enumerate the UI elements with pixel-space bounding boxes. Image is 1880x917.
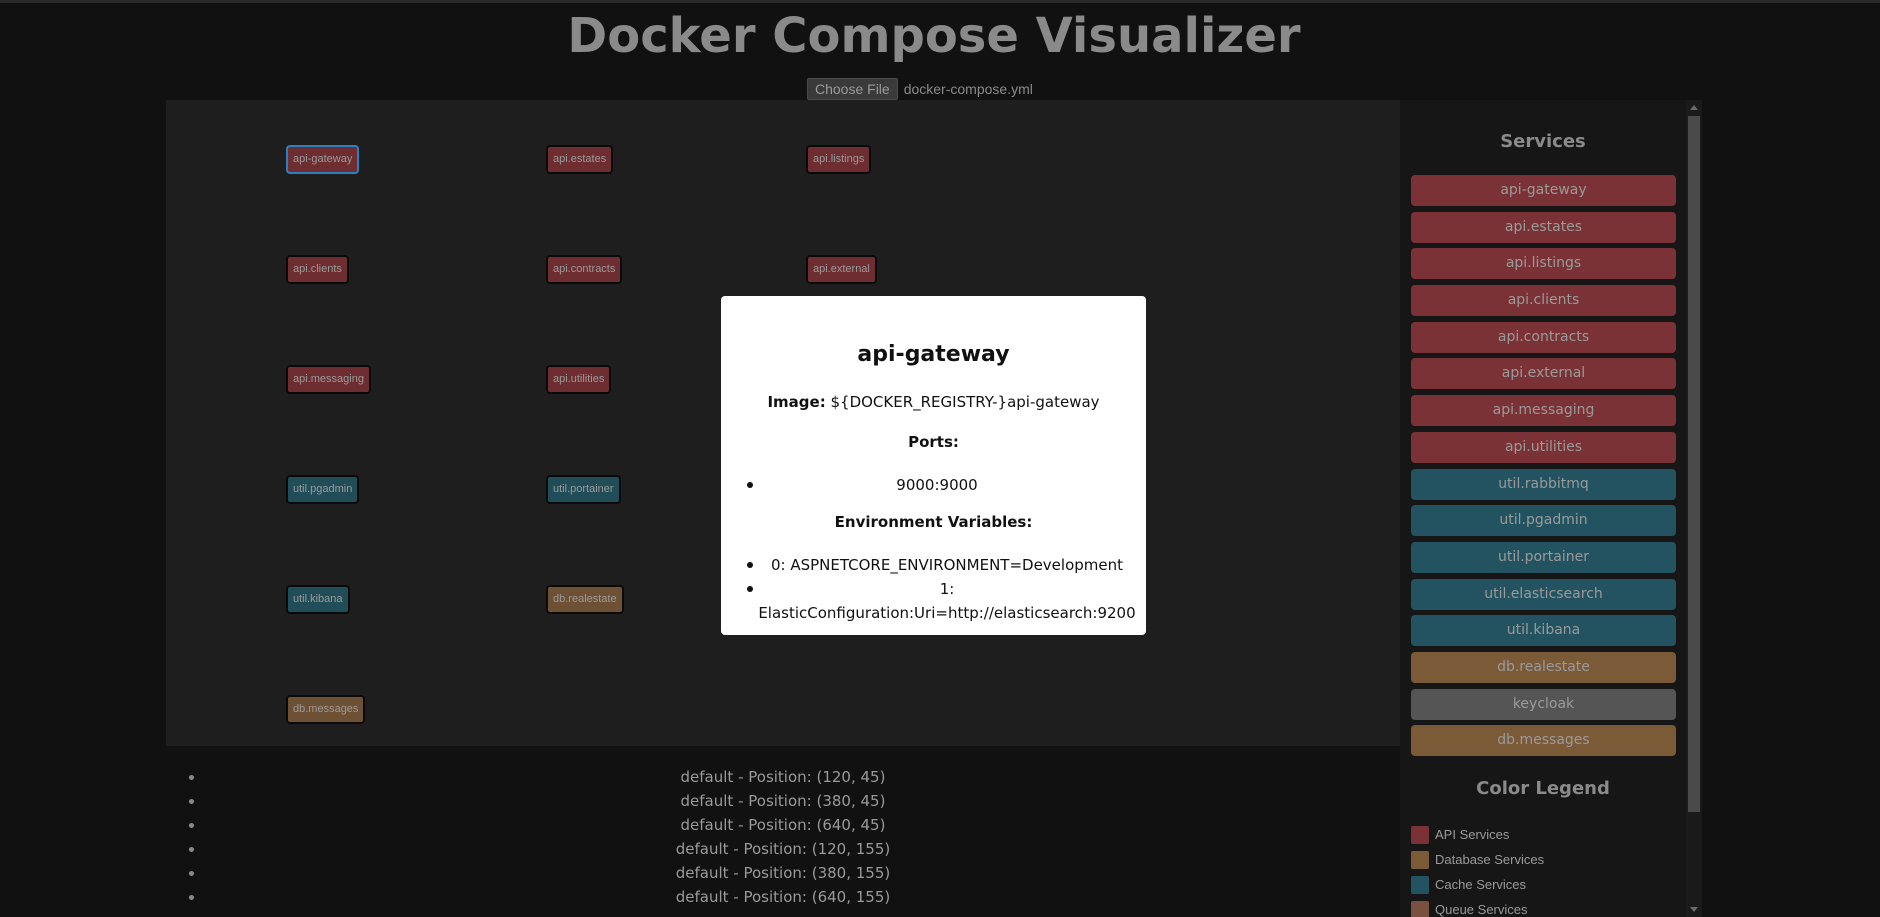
graph-node-api-contracts[interactable]: api.contracts	[546, 255, 623, 284]
service-item-api-listings[interactable]: api.listings	[1411, 248, 1676, 280]
position-item: default - Position: (380, 155)	[166, 861, 1400, 885]
graph-node-api-listings[interactable]: api.listings	[806, 145, 872, 174]
graph-node-util-portainer[interactable]: util.portainer	[546, 475, 621, 504]
bullet-icon	[189, 895, 194, 900]
position-item: default - Position: (120, 155)	[166, 837, 1400, 861]
services-title: Services	[1500, 131, 1586, 152]
service-item-api-external[interactable]: api.external	[1411, 358, 1676, 390]
choose-file-button[interactable]: Choose File	[807, 78, 898, 100]
legend-item-cache: Cache Services	[1411, 872, 1544, 897]
services-list: api-gateway api.estates api.listings api…	[1411, 175, 1676, 762]
modal-ports-list: 9000:9000	[747, 473, 1117, 497]
bullet-icon	[189, 847, 194, 852]
scroll-down-icon[interactable]	[1690, 907, 1698, 912]
bullet-icon	[189, 799, 194, 804]
service-item-keycloak[interactable]: keycloak	[1411, 688, 1676, 720]
legend-swatch	[1411, 900, 1429, 917]
graph-node-db-realestate[interactable]: db.realestate	[546, 585, 624, 614]
page-title: Docker Compose Visualizer	[567, 8, 1301, 64]
bullet-icon	[189, 823, 194, 828]
service-item-db-messages[interactable]: db.messages	[1411, 725, 1676, 757]
legend-item-database: Database Services	[1411, 847, 1544, 872]
position-item: default - Position: (640, 45)	[166, 813, 1400, 837]
graph-node-api-gateway[interactable]: api-gateway	[286, 145, 360, 174]
modal-env-list: 0: ASPNETCORE_ENVIRONMENT=Development 1:…	[747, 553, 1137, 622]
graph-node-util-pgadmin[interactable]: util.pgadmin	[286, 475, 360, 504]
modal-image-label: Image:	[767, 393, 826, 411]
modal-image-value: ${DOCKER_REGISTRY-}api-gateway	[830, 393, 1100, 411]
modal-env-item: 1: ElasticConfiguration:Uri=http://elast…	[747, 577, 1137, 622]
graph-node-api-estates[interactable]: api.estates	[546, 145, 614, 174]
service-item-api-messaging[interactable]: api.messaging	[1411, 395, 1676, 427]
service-item-util-kibana[interactable]: util.kibana	[1411, 615, 1676, 647]
top-border	[0, 0, 1880, 3]
app-root: Docker Compose Visualizer Choose File do…	[0, 0, 1880, 917]
scrollbar-thumb[interactable]	[1688, 116, 1700, 812]
bullet-icon	[747, 482, 753, 488]
service-item-api-utilities[interactable]: api.utilities	[1411, 431, 1676, 463]
graph-node-api-clients[interactable]: api.clients	[286, 255, 349, 284]
modal-title: api-gateway	[857, 342, 1010, 367]
modal-port-item: 9000:9000	[747, 473, 1117, 497]
graph-node-util-kibana[interactable]: util.kibana	[286, 585, 350, 614]
position-item: default - Position: (640, 155)	[166, 885, 1400, 909]
legend-swatch	[1411, 875, 1429, 894]
service-details-modal: api-gateway Image: ${DOCKER_REGISTRY-}ap…	[721, 296, 1146, 635]
modal-env-item: 0: ASPNETCORE_ENVIRONMENT=Development	[747, 553, 1137, 577]
graph-node-db-messages[interactable]: db.messages	[286, 695, 366, 724]
modal-image-line: Image: ${DOCKER_REGISTRY-}api-gateway	[721, 393, 1146, 411]
graph-node-api-utilities[interactable]: api.utilities	[546, 365, 612, 394]
services-sidebar: Services api-gateway api.estates api.lis…	[1400, 100, 1686, 917]
legend-swatch	[1411, 850, 1429, 869]
bullet-icon	[747, 586, 753, 592]
bullet-icon	[189, 871, 194, 876]
position-item: default - Position: (380, 45)	[166, 789, 1400, 813]
service-item-db-realestate[interactable]: db.realestate	[1411, 651, 1676, 683]
color-legend: API Services Database Services Cache Ser…	[1411, 822, 1544, 917]
bullet-icon	[189, 775, 194, 780]
service-item-util-pgadmin[interactable]: util.pgadmin	[1411, 505, 1676, 537]
service-item-api-gateway[interactable]: api-gateway	[1411, 175, 1676, 206]
legend-swatch	[1411, 825, 1429, 844]
service-item-util-rabbitmq[interactable]: util.rabbitmq	[1411, 468, 1676, 500]
modal-ports-heading: Ports:	[908, 433, 959, 451]
service-item-api-clients[interactable]: api.clients	[1411, 285, 1676, 317]
service-item-util-portainer[interactable]: util.portainer	[1411, 541, 1676, 573]
service-item-api-contracts[interactable]: api.contracts	[1411, 321, 1676, 353]
scroll-up-icon[interactable]	[1690, 105, 1698, 110]
service-item-api-estates[interactable]: api.estates	[1411, 211, 1676, 243]
node-positions-list: default - Position: (120, 45) default - …	[166, 765, 1400, 909]
sidebar-scrollbar[interactable]	[1686, 100, 1702, 917]
graph-node-api-messaging[interactable]: api.messaging	[286, 365, 371, 394]
legend-item-queue: Queue Services	[1411, 897, 1544, 917]
bullet-icon	[747, 562, 753, 568]
position-item: default - Position: (120, 45)	[166, 765, 1400, 789]
file-input-row: Choose File docker-compose.yml	[807, 78, 1033, 100]
selected-file-name: docker-compose.yml	[903, 81, 1033, 97]
legend-item-api: API Services	[1411, 822, 1544, 847]
modal-env-heading: Environment Variables:	[834, 513, 1033, 531]
color-legend-title: Color Legend	[1476, 778, 1610, 799]
service-item-util-elasticsearch[interactable]: util.elasticsearch	[1411, 578, 1676, 610]
graph-node-api-external[interactable]: api.external	[806, 255, 877, 284]
